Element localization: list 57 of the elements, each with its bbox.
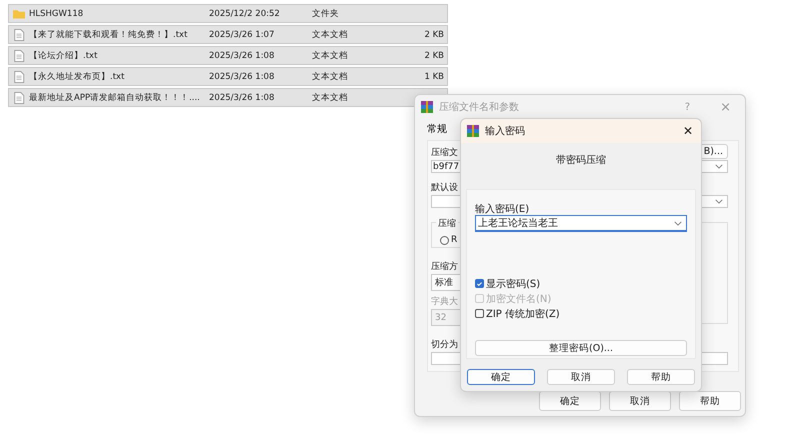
- field-label: 切分为: [431, 338, 458, 351]
- file-type: 文本文档: [312, 70, 349, 82]
- document-icon: [13, 92, 25, 104]
- file-row[interactable]: HLSHGW118 2025/12/2 20:52 文件夹: [8, 4, 448, 23]
- file-type: 文本文档: [312, 92, 349, 104]
- file-row[interactable]: 【永久地址发布页】.txt 2025/3/26 1:08 文本文档 1 KB: [8, 67, 448, 86]
- field-label: 输入密码(E): [475, 202, 530, 214]
- dialog-button[interactable]: 确定: [539, 391, 601, 411]
- modified-date: 2025/3/26 1:07: [209, 30, 276, 40]
- close-button[interactable]: ✕: [682, 124, 693, 138]
- window-title: 输入密码: [485, 124, 526, 138]
- format-radio[interactable]: R: [440, 235, 458, 245]
- file-name: HLSHGW118: [29, 8, 84, 18]
- document-icon: [13, 70, 25, 82]
- file-row[interactable]: 【来了就能下载和观看！纯免费！】.txt 2025/3/26 1:07 文本文档 2 KB: [8, 25, 448, 44]
- checkbox[interactable]: [475, 309, 484, 318]
- modified-date: 2025/3/26 1:08: [209, 92, 276, 102]
- archive-icon: [467, 125, 479, 137]
- file-name: 【论坛介绍】.txt: [29, 50, 98, 62]
- folder-icon: [13, 8, 25, 20]
- file-type: 文本文档: [312, 28, 349, 40]
- dialog-button[interactable]: 帮助: [679, 391, 741, 411]
- checkbox[interactable]: [475, 279, 484, 288]
- field-label: 字典大: [431, 296, 458, 308]
- chevron-down-icon: [715, 164, 723, 169]
- chevron-down-icon: [674, 220, 682, 226]
- organize-passwords-button[interactable]: 整理密码(O)...: [475, 340, 687, 356]
- password-field[interactable]: 上老王论坛当老王: [475, 215, 687, 232]
- file-size: 2 KB: [424, 50, 444, 60]
- file-type: 文件夹: [312, 8, 340, 20]
- field-label: 默认设: [431, 182, 458, 194]
- chevron-down-icon: [715, 199, 723, 204]
- tab[interactable]: 常规: [425, 122, 449, 137]
- dialog-button[interactable]: 取消: [547, 369, 615, 385]
- checkbox-label: ZIP 传统加密(Z): [486, 308, 560, 320]
- file-size: 2 KB: [424, 30, 444, 40]
- archive-icon: [421, 101, 433, 113]
- document-icon: [13, 50, 25, 62]
- modified-date: 2025/3/26 1:08: [209, 50, 276, 60]
- modified-date: 2025/12/2 20:52: [209, 8, 281, 18]
- dialog-button[interactable]: 取消: [609, 391, 671, 411]
- file-name: 【永久地址发布页】.txt: [29, 70, 124, 82]
- modified-date: 2025/3/26 1:08: [209, 72, 276, 82]
- checkbox-label: 显示密码(S): [486, 278, 540, 290]
- file-row[interactable]: 【论坛介绍】.txt 2025/3/26 1:08 文本文档 2 KB: [8, 46, 448, 65]
- file-size: 1 KB: [424, 72, 444, 82]
- file-type: 文本文档: [312, 50, 349, 62]
- dialog-heading: 带密码压缩: [555, 154, 607, 168]
- field-label: 压缩方: [431, 260, 458, 273]
- file-name: 【来了就能下载和观看！纯免费！】.txt: [29, 28, 188, 40]
- field-label: 压缩文: [431, 146, 458, 159]
- document-icon: [13, 28, 25, 40]
- dialog-button[interactable]: 帮助: [627, 369, 695, 385]
- dialog-button[interactable]: 确定: [467, 369, 535, 385]
- file-name: 最新地址及APP请发邮箱自动获取！！！....: [29, 92, 200, 104]
- checkbox-label: 加密文件名(N): [486, 292, 552, 306]
- group-label: 压缩: [436, 217, 458, 230]
